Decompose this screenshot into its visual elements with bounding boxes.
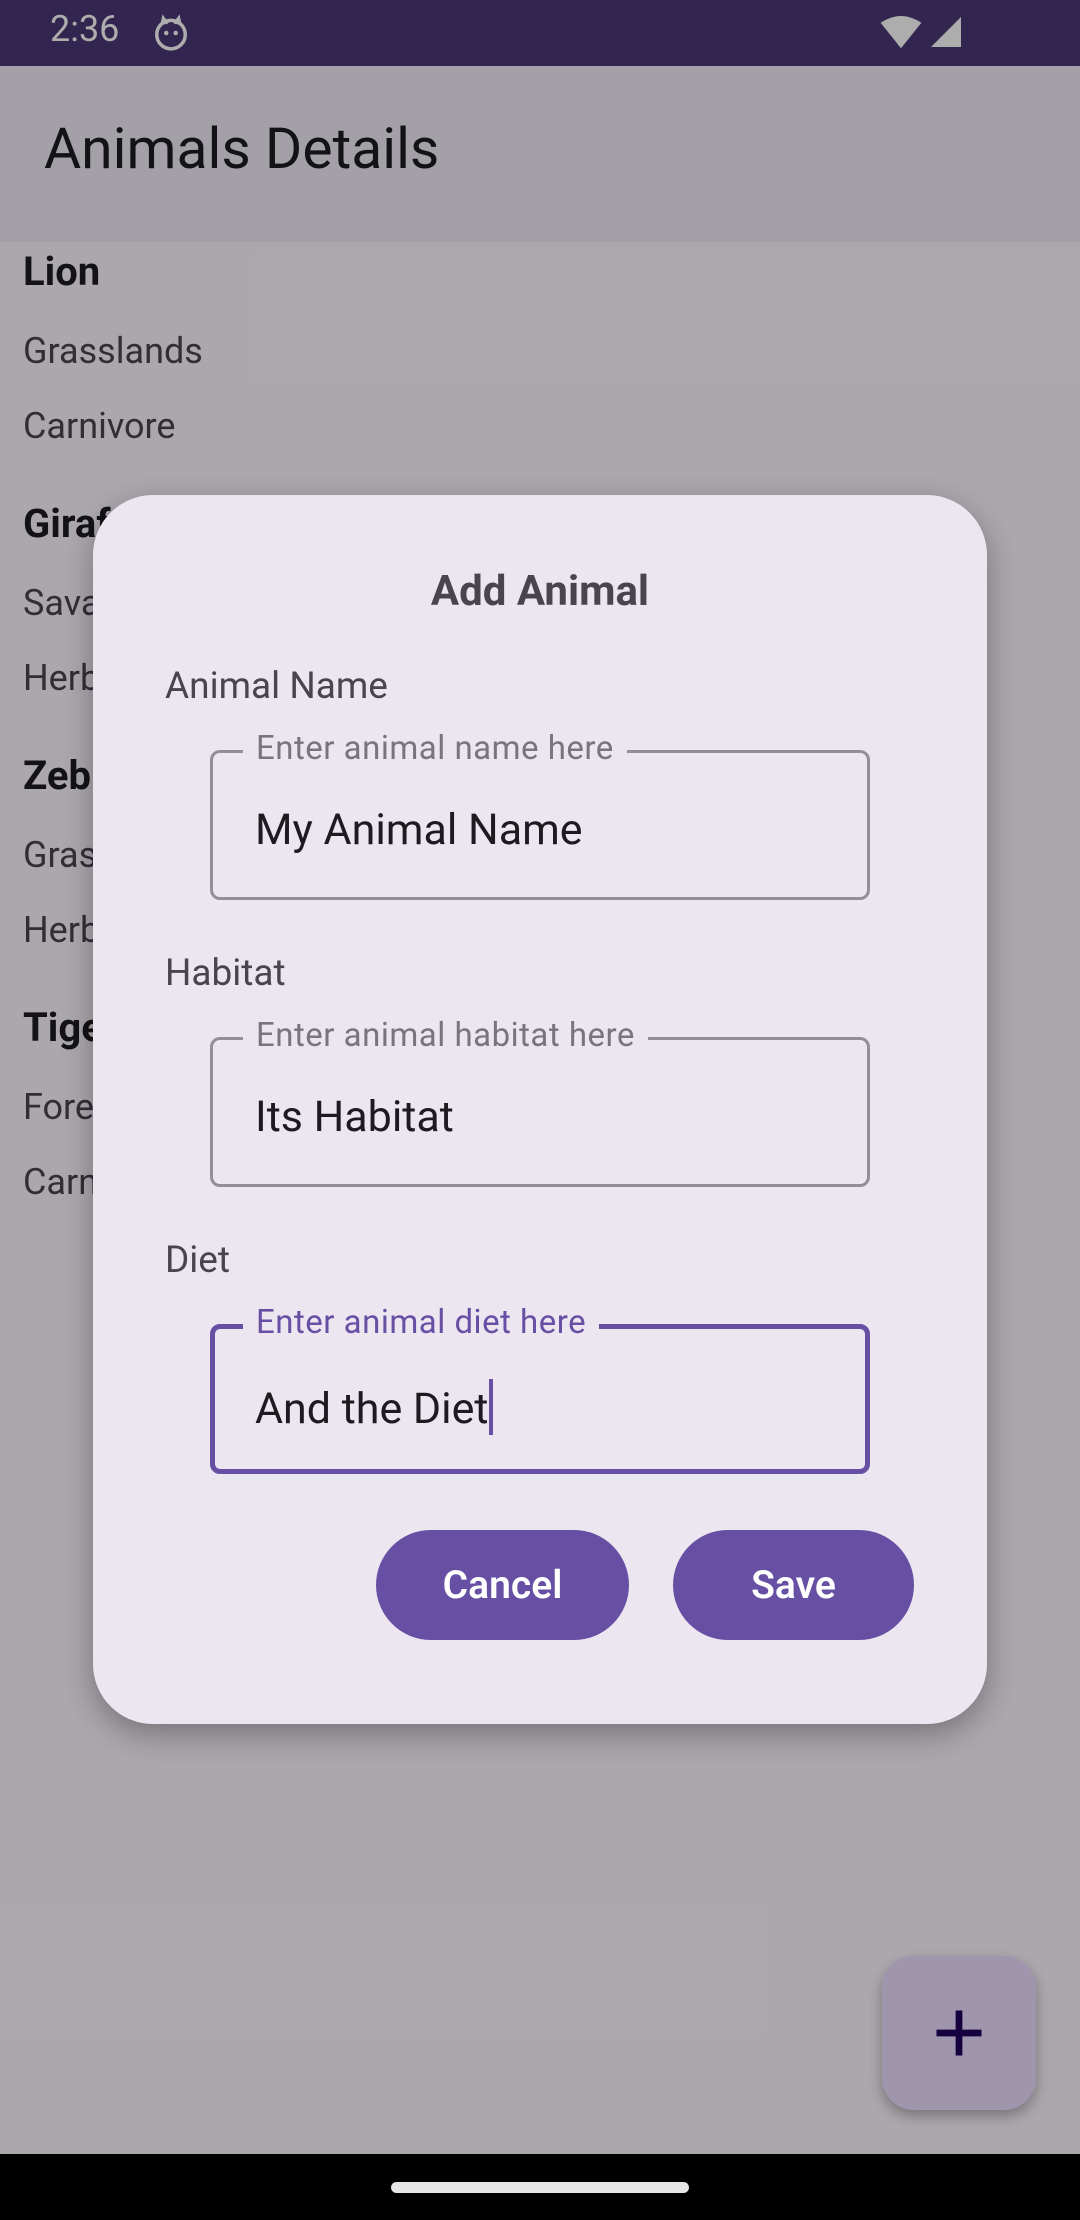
add-animal-dialog: Add Animal Animal Name Enter animal name…	[93, 495, 987, 1724]
animal-name-field[interactable]: Enter animal name here My Animal Name	[210, 729, 870, 900]
animal-name-value: My Animal Name	[255, 805, 583, 855]
habitat-label: Habitat	[165, 952, 286, 995]
diet-field[interactable]: Enter animal diet here And the Diet	[210, 1303, 870, 1474]
dialog-title: Add Animal	[430, 567, 650, 616]
diet-hint: Enter animal diet here	[243, 1303, 600, 1342]
text-cursor	[489, 1379, 494, 1435]
cancel-button[interactable]: Cancel	[376, 1530, 629, 1640]
diet-label: Diet	[165, 1239, 231, 1282]
diet-value-wrap: And the Diet	[255, 1379, 494, 1435]
home-gesture-handle[interactable]	[391, 2182, 689, 2193]
habitat-hint: Enter animal habitat here	[243, 1016, 648, 1055]
animal-name-hint: Enter animal name here	[243, 729, 627, 768]
habitat-field[interactable]: Enter animal habitat here Its Habitat	[210, 1016, 870, 1187]
habitat-value: Its Habitat	[255, 1092, 454, 1142]
save-button[interactable]: Save	[673, 1530, 914, 1640]
animal-name-label: Animal Name	[165, 665, 388, 708]
diet-value: And the Diet	[255, 1384, 489, 1434]
